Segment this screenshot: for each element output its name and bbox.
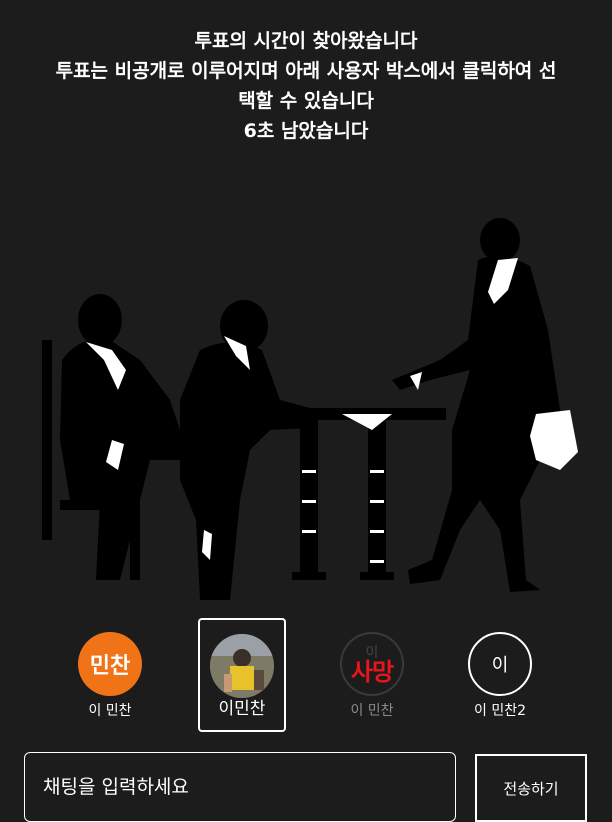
profile-photo-icon	[210, 634, 274, 698]
avatar-text: 이	[491, 655, 509, 676]
player-name: 이민찬	[218, 699, 266, 719]
avatar-text: 민찬	[89, 654, 131, 679]
chat-input[interactable]	[24, 752, 456, 822]
send-button[interactable]: 전송하기	[475, 754, 587, 822]
player-card-3[interactable]: 이 사망 이 민찬	[328, 618, 416, 732]
announcement-line-2: 투표는 비공개로 이루어지며 아래 사용자 박스에서 클릭하여 선	[55, 60, 557, 82]
player-name: 이 민찬2	[474, 703, 526, 719]
announcement-line-1: 투표의 시간이 찾아왔습니다	[194, 30, 418, 52]
silhouette-illustration	[42, 218, 578, 600]
player-card-4[interactable]: 이 이 민찬2	[456, 618, 544, 732]
game-screen: 투표의 시간이 찾아왔습니다 투표는 비공개로 이루어지며 아래 사용자 박스에…	[0, 0, 612, 822]
chat-bar: 전송하기	[0, 752, 612, 822]
countdown-text: 6초 남았습니다	[243, 120, 369, 142]
vote-announcement: 투표의 시간이 찾아왔습니다 투표는 비공개로 이루어지며 아래 사용자 박스에…	[0, 26, 612, 146]
player-card-2[interactable]: 이민찬	[198, 618, 286, 732]
player-avatar: 민찬	[78, 632, 142, 696]
player-card-1[interactable]: 민찬 이 민찬	[66, 618, 154, 732]
dead-label: 사망	[350, 658, 394, 686]
player-avatar: 이	[468, 632, 532, 696]
announcement-line-3: 택할 수 있습니다	[238, 90, 374, 112]
player-avatar-photo	[210, 634, 274, 698]
player-name: 이 민찬	[88, 703, 132, 719]
player-list: 민찬 이 민찬 이민찬 이 사망 이 민찬 이 이 민찬2	[0, 618, 612, 734]
player-avatar-dead: 이 사망	[340, 632, 404, 696]
player-name: 이 민찬	[350, 703, 394, 719]
